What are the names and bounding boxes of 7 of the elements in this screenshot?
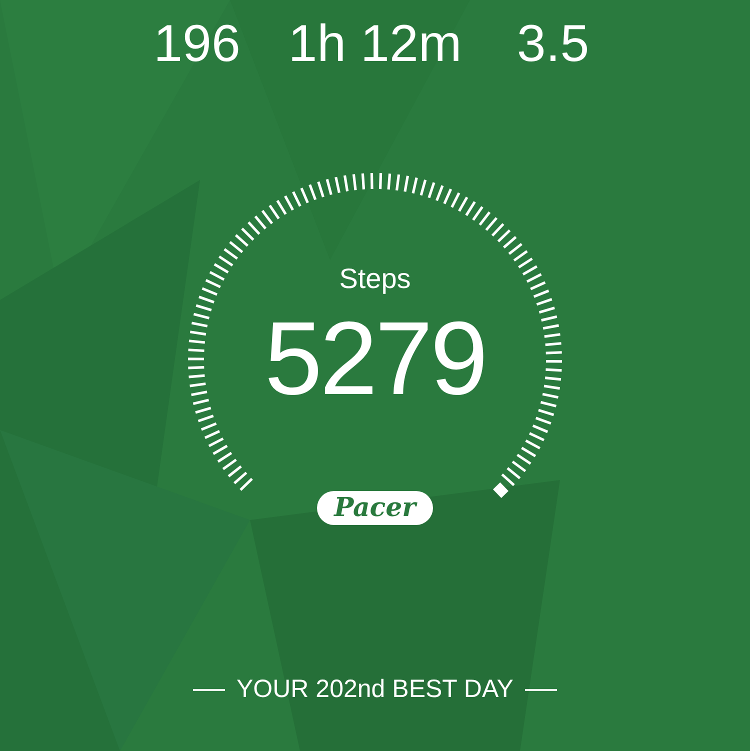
stat-value: 3.5: [516, 18, 590, 70]
stat-value: 1h 12m: [288, 18, 462, 70]
stat-value: 196: [154, 18, 240, 70]
steps-label: Steps: [339, 265, 411, 293]
logo-badge: Pacer: [317, 491, 433, 525]
best-day-caption: YOUR 202nd BEST DAY: [236, 677, 514, 702]
steps-count: 5279: [264, 307, 486, 411]
